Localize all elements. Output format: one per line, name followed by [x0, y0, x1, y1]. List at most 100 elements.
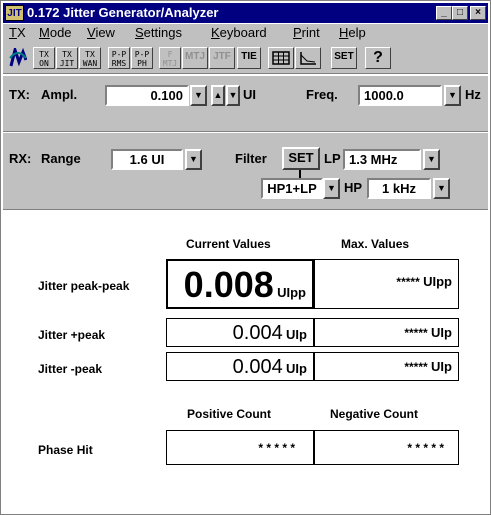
range-label: Range	[41, 151, 81, 166]
graph-view-button[interactable]	[295, 47, 321, 69]
current-values-header: Current Values	[186, 237, 271, 251]
pp-ph-bottom: PH	[137, 59, 147, 68]
app-logo-icon[interactable]: JIT	[5, 5, 24, 21]
jitter-logo-icon	[9, 48, 27, 67]
hp-field[interactable]: 1 kHz	[367, 178, 431, 199]
tx-on-top: TX	[39, 50, 49, 59]
help-button[interactable]: ?	[365, 47, 391, 69]
phase-hit-label: Phase Hit	[38, 443, 93, 457]
tx-wan-top: TX	[85, 50, 95, 59]
phase-hit-positive: * * * * *	[258, 441, 295, 455]
ampl-down-button[interactable]: ▼	[226, 85, 240, 106]
jitter-pp-current-reading: 0.008 UIpp	[184, 265, 306, 305]
ampl-field[interactable]: 0.100	[105, 85, 189, 106]
jitter-plus-max-reading: ***** UIp	[404, 325, 452, 340]
jitter-pp-max: *****	[396, 275, 420, 289]
tx-wan-bottom: WAN	[82, 59, 98, 68]
jitter-pp-current-unit: UIpp	[277, 285, 306, 300]
freq-dropdown-button[interactable]: ▼	[444, 85, 461, 106]
ampl-label: Ampl.	[41, 87, 78, 102]
f-mtj-button[interactable]: F MTJ	[159, 47, 181, 69]
jitter-pp-max-box: ***** UIpp	[314, 259, 459, 309]
menu-print[interactable]: Print	[293, 25, 320, 41]
jitter-minus-current-box: 0.004 UIp	[166, 352, 314, 381]
tie-button[interactable]: TIE	[237, 47, 261, 69]
jitter-minus-current-reading: 0.004 UIp	[233, 355, 307, 379]
filter-connector	[299, 170, 301, 178]
ampl-up-button[interactable]: ▲	[211, 85, 225, 106]
minimize-button[interactable]: _	[436, 6, 452, 20]
ampl-unit: UI	[243, 87, 256, 102]
positive-count-header: Positive Count	[187, 407, 272, 421]
mtj-button[interactable]: MTJ	[182, 47, 208, 69]
jitter-minus-current: 0.004	[232, 356, 283, 378]
rx-panel: RX: Range 1.6 UI ▼ Filter SET LP 1.3 MHz…	[3, 133, 488, 209]
rx-label: RX:	[9, 151, 32, 166]
jitter-minus-max-box: ***** UIp	[314, 352, 459, 381]
menu-mode[interactable]: Mode	[39, 25, 72, 41]
toolbar: TX ON TX JIT TX WAN P-P RMS P-P PH F MTJ…	[3, 42, 488, 74]
menu-bar: TX Mode View Settings Keyboard Print Hel…	[3, 24, 488, 42]
f-mtj-bottom: MTJ	[162, 59, 178, 68]
pp-rms-button[interactable]: P-P RMS	[108, 47, 130, 69]
menu-tx[interactable]: TX	[9, 25, 26, 41]
jitter-plus-max-box: ***** UIp	[314, 318, 459, 347]
jitter-plus-max-unit: UIp	[431, 325, 452, 340]
jitter-plus-current-unit: UIp	[286, 327, 307, 342]
negative-count-header: Negative Count	[330, 407, 419, 421]
lp-field[interactable]: 1.3 MHz	[343, 149, 421, 170]
jitter-plus-current-reading: 0.004 UIp	[233, 321, 307, 345]
jitter-plus-current-box: 0.004 UIp	[166, 318, 314, 347]
pp-ph-button[interactable]: P-P PH	[131, 47, 153, 69]
f-mtj-top: F	[167, 50, 173, 59]
table-view-button[interactable]	[268, 47, 294, 69]
lp-dropdown-button[interactable]: ▼	[423, 149, 440, 170]
tx-on-bottom: ON	[39, 59, 49, 68]
window-title: 0.172 Jitter Generator/Analyzer	[27, 5, 219, 20]
jitter-minus-peak-label: Jitter -peak	[38, 362, 103, 376]
freq-field[interactable]: 1000.0	[358, 85, 442, 106]
range-field[interactable]: 1.6 UI	[111, 149, 183, 170]
jtf-button[interactable]: JTF	[209, 47, 235, 69]
jitter-plus-max: *****	[404, 326, 428, 340]
freq-label: Freq.	[306, 87, 338, 102]
set-toolbar-button[interactable]: SET	[331, 47, 357, 69]
tx-jit-top: TX	[62, 50, 72, 59]
filter-dropdown-button[interactable]: ▼	[323, 178, 340, 199]
hp-dropdown-button[interactable]: ▼	[433, 178, 450, 199]
pp-ph-top: P-P	[134, 50, 150, 59]
tx-jit-button[interactable]: TX JIT	[56, 47, 78, 69]
jitter-pp-current-box: 0.008 UIpp	[166, 259, 314, 309]
tx-on-button[interactable]: TX ON	[33, 47, 55, 69]
tx-panel: TX: Ampl. 0.100 ▼ ▲ ▼ UI Freq. 1000.0 ▼ …	[3, 75, 488, 131]
range-dropdown-button[interactable]: ▼	[185, 149, 202, 170]
menu-view[interactable]: View	[87, 25, 115, 41]
menu-settings[interactable]: Settings	[135, 25, 182, 41]
title-bar[interactable]: JIT 0.172 Jitter Generator/Analyzer _ □ …	[3, 3, 488, 23]
pp-rms-top: P-P	[111, 50, 127, 59]
jitter-minus-max-reading: ***** UIp	[404, 359, 452, 374]
jitter-plus-current: 0.004	[232, 322, 283, 344]
phase-hit-negative-box: * * * * *	[314, 430, 459, 465]
close-button[interactable]: ×	[470, 6, 486, 20]
tx-jit-bottom: JIT	[59, 59, 75, 68]
filter-label: Filter	[235, 151, 267, 166]
jitter-minus-current-unit: UIp	[286, 361, 307, 376]
graph-icon	[300, 52, 316, 65]
jitter-minus-max: *****	[404, 360, 428, 374]
jitter-plus-peak-label: Jitter +peak	[38, 328, 106, 342]
phase-hit-positive-box: * * * * *	[166, 430, 314, 465]
jitter-minus-max-unit: UIp	[431, 359, 452, 374]
menu-help[interactable]: Help	[339, 25, 366, 41]
lp-label: LP	[324, 151, 341, 166]
jitter-pp-label: Jitter peak-peak	[38, 279, 130, 293]
tx-wan-button[interactable]: TX WAN	[79, 47, 101, 69]
tx-label: TX:	[9, 87, 30, 102]
filter-field[interactable]: HP1+LP	[261, 178, 323, 199]
menu-keyboard[interactable]: Keyboard	[211, 25, 267, 41]
maximize-button[interactable]: □	[452, 6, 468, 20]
filter-set-button[interactable]: SET	[282, 147, 320, 170]
hp-label: HP	[344, 180, 363, 195]
ampl-dropdown-button[interactable]: ▼	[190, 85, 207, 106]
panel-bottom-border	[3, 209, 488, 210]
